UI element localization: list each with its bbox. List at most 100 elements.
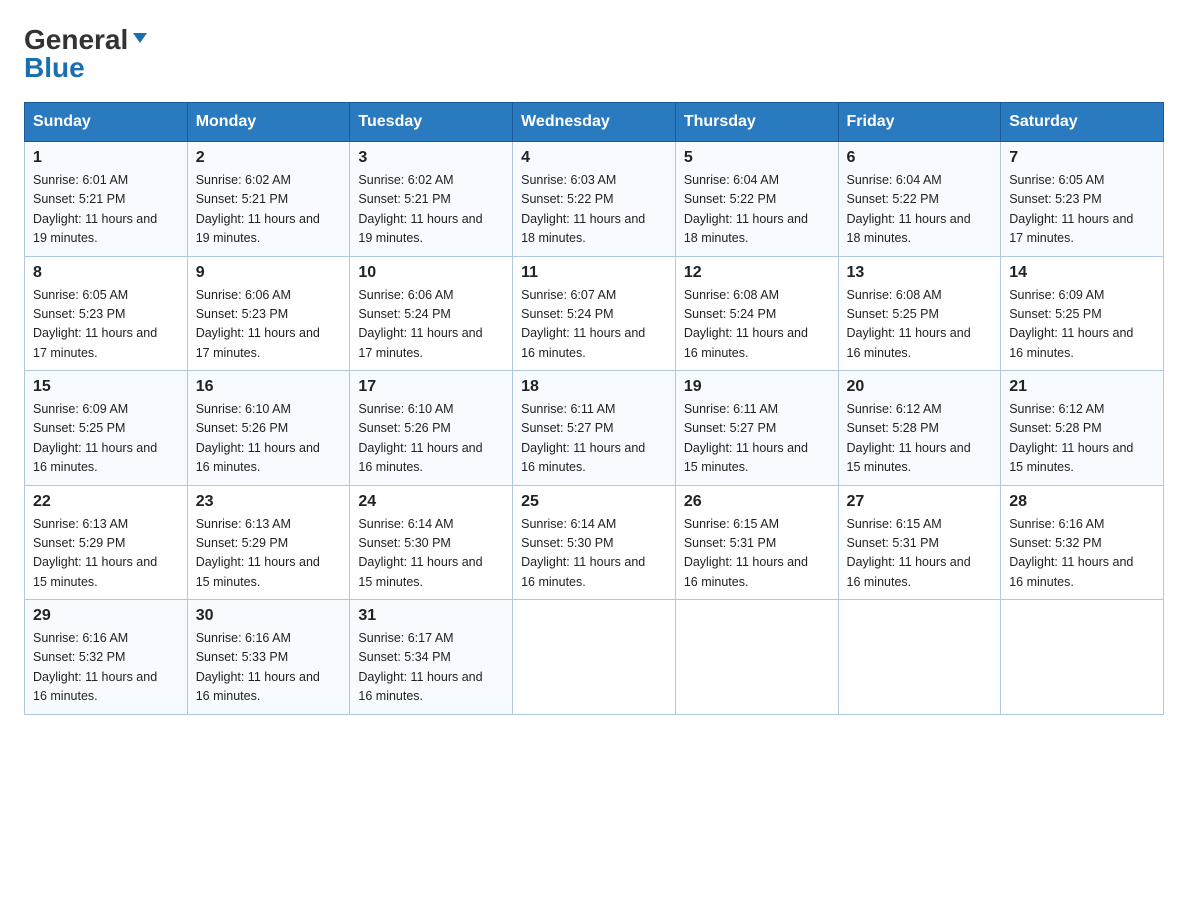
day-number: 28 [1009,493,1155,511]
day-number: 16 [196,378,342,396]
col-header-sunday: Sunday [25,103,188,142]
week-row: 1 Sunrise: 6:01 AM Sunset: 5:21 PM Dayli… [25,142,1164,257]
day-cell: 13 Sunrise: 6:08 AM Sunset: 5:25 PM Dayl… [838,256,1001,371]
day-cell: 19 Sunrise: 6:11 AM Sunset: 5:27 PM Dayl… [675,371,838,486]
day-cell: 4 Sunrise: 6:03 AM Sunset: 5:22 PM Dayli… [513,142,676,257]
day-number: 25 [521,493,667,511]
day-info: Sunrise: 6:04 AM Sunset: 5:22 PM Dayligh… [847,171,993,249]
day-cell: 29 Sunrise: 6:16 AM Sunset: 5:32 PM Dayl… [25,600,188,715]
day-number: 5 [684,149,830,167]
day-cell [838,600,1001,715]
day-cell: 20 Sunrise: 6:12 AM Sunset: 5:28 PM Dayl… [838,371,1001,486]
day-info: Sunrise: 6:11 AM Sunset: 5:27 PM Dayligh… [521,400,667,478]
day-cell: 6 Sunrise: 6:04 AM Sunset: 5:22 PM Dayli… [838,142,1001,257]
day-number: 9 [196,264,342,282]
day-number: 8 [33,264,179,282]
day-number: 7 [1009,149,1155,167]
day-cell: 1 Sunrise: 6:01 AM Sunset: 5:21 PM Dayli… [25,142,188,257]
day-info: Sunrise: 6:12 AM Sunset: 5:28 PM Dayligh… [1009,400,1155,478]
logo-blue-text: Blue [24,52,85,84]
day-cell: 31 Sunrise: 6:17 AM Sunset: 5:34 PM Dayl… [350,600,513,715]
day-cell: 2 Sunrise: 6:02 AM Sunset: 5:21 PM Dayli… [187,142,350,257]
day-cell [675,600,838,715]
day-info: Sunrise: 6:04 AM Sunset: 5:22 PM Dayligh… [684,171,830,249]
day-number: 11 [521,264,667,282]
day-cell: 8 Sunrise: 6:05 AM Sunset: 5:23 PM Dayli… [25,256,188,371]
day-number: 18 [521,378,667,396]
day-number: 6 [847,149,993,167]
col-header-monday: Monday [187,103,350,142]
day-info: Sunrise: 6:16 AM Sunset: 5:33 PM Dayligh… [196,629,342,707]
day-info: Sunrise: 6:10 AM Sunset: 5:26 PM Dayligh… [196,400,342,478]
col-header-saturday: Saturday [1001,103,1164,142]
day-info: Sunrise: 6:16 AM Sunset: 5:32 PM Dayligh… [1009,515,1155,593]
day-cell: 18 Sunrise: 6:11 AM Sunset: 5:27 PM Dayl… [513,371,676,486]
day-number: 20 [847,378,993,396]
day-info: Sunrise: 6:15 AM Sunset: 5:31 PM Dayligh… [684,515,830,593]
day-cell: 30 Sunrise: 6:16 AM Sunset: 5:33 PM Dayl… [187,600,350,715]
logo-arrow-icon [131,29,149,52]
day-number: 30 [196,607,342,625]
day-number: 29 [33,607,179,625]
week-row: 8 Sunrise: 6:05 AM Sunset: 5:23 PM Dayli… [25,256,1164,371]
day-info: Sunrise: 6:02 AM Sunset: 5:21 PM Dayligh… [358,171,504,249]
day-number: 24 [358,493,504,511]
day-info: Sunrise: 6:15 AM Sunset: 5:31 PM Dayligh… [847,515,993,593]
day-info: Sunrise: 6:06 AM Sunset: 5:24 PM Dayligh… [358,286,504,364]
col-header-tuesday: Tuesday [350,103,513,142]
day-number: 3 [358,149,504,167]
col-header-thursday: Thursday [675,103,838,142]
week-row: 22 Sunrise: 6:13 AM Sunset: 5:29 PM Dayl… [25,485,1164,600]
day-cell [513,600,676,715]
day-cell: 27 Sunrise: 6:15 AM Sunset: 5:31 PM Dayl… [838,485,1001,600]
day-cell: 7 Sunrise: 6:05 AM Sunset: 5:23 PM Dayli… [1001,142,1164,257]
col-header-wednesday: Wednesday [513,103,676,142]
day-cell: 10 Sunrise: 6:06 AM Sunset: 5:24 PM Dayl… [350,256,513,371]
day-info: Sunrise: 6:09 AM Sunset: 5:25 PM Dayligh… [1009,286,1155,364]
day-info: Sunrise: 6:14 AM Sunset: 5:30 PM Dayligh… [521,515,667,593]
calendar-table: SundayMondayTuesdayWednesdayThursdayFrid… [24,102,1164,715]
day-number: 4 [521,149,667,167]
day-number: 1 [33,149,179,167]
day-number: 22 [33,493,179,511]
page-header: General Blue [24,24,1164,84]
calendar-header: SundayMondayTuesdayWednesdayThursdayFrid… [25,103,1164,142]
day-info: Sunrise: 6:02 AM Sunset: 5:21 PM Dayligh… [196,171,342,249]
day-cell: 15 Sunrise: 6:09 AM Sunset: 5:25 PM Dayl… [25,371,188,486]
day-cell: 5 Sunrise: 6:04 AM Sunset: 5:22 PM Dayli… [675,142,838,257]
day-cell: 12 Sunrise: 6:08 AM Sunset: 5:24 PM Dayl… [675,256,838,371]
day-cell: 14 Sunrise: 6:09 AM Sunset: 5:25 PM Dayl… [1001,256,1164,371]
day-info: Sunrise: 6:08 AM Sunset: 5:25 PM Dayligh… [847,286,993,364]
day-cell: 24 Sunrise: 6:14 AM Sunset: 5:30 PM Dayl… [350,485,513,600]
day-cell: 16 Sunrise: 6:10 AM Sunset: 5:26 PM Dayl… [187,371,350,486]
day-cell: 23 Sunrise: 6:13 AM Sunset: 5:29 PM Dayl… [187,485,350,600]
day-cell [1001,600,1164,715]
day-info: Sunrise: 6:16 AM Sunset: 5:32 PM Dayligh… [33,629,179,707]
day-info: Sunrise: 6:07 AM Sunset: 5:24 PM Dayligh… [521,286,667,364]
day-cell: 9 Sunrise: 6:06 AM Sunset: 5:23 PM Dayli… [187,256,350,371]
day-info: Sunrise: 6:09 AM Sunset: 5:25 PM Dayligh… [33,400,179,478]
day-cell: 28 Sunrise: 6:16 AM Sunset: 5:32 PM Dayl… [1001,485,1164,600]
day-number: 27 [847,493,993,511]
day-number: 12 [684,264,830,282]
day-info: Sunrise: 6:05 AM Sunset: 5:23 PM Dayligh… [1009,171,1155,249]
day-cell: 11 Sunrise: 6:07 AM Sunset: 5:24 PM Dayl… [513,256,676,371]
day-cell: 22 Sunrise: 6:13 AM Sunset: 5:29 PM Dayl… [25,485,188,600]
day-cell: 21 Sunrise: 6:12 AM Sunset: 5:28 PM Dayl… [1001,371,1164,486]
day-cell: 25 Sunrise: 6:14 AM Sunset: 5:30 PM Dayl… [513,485,676,600]
week-row: 29 Sunrise: 6:16 AM Sunset: 5:32 PM Dayl… [25,600,1164,715]
day-cell: 26 Sunrise: 6:15 AM Sunset: 5:31 PM Dayl… [675,485,838,600]
week-row: 15 Sunrise: 6:09 AM Sunset: 5:25 PM Dayl… [25,371,1164,486]
day-info: Sunrise: 6:11 AM Sunset: 5:27 PM Dayligh… [684,400,830,478]
day-info: Sunrise: 6:13 AM Sunset: 5:29 PM Dayligh… [196,515,342,593]
day-info: Sunrise: 6:05 AM Sunset: 5:23 PM Dayligh… [33,286,179,364]
day-number: 2 [196,149,342,167]
day-number: 26 [684,493,830,511]
day-number: 17 [358,378,504,396]
day-info: Sunrise: 6:14 AM Sunset: 5:30 PM Dayligh… [358,515,504,593]
day-number: 10 [358,264,504,282]
day-info: Sunrise: 6:01 AM Sunset: 5:21 PM Dayligh… [33,171,179,249]
day-info: Sunrise: 6:08 AM Sunset: 5:24 PM Dayligh… [684,286,830,364]
day-number: 14 [1009,264,1155,282]
day-info: Sunrise: 6:06 AM Sunset: 5:23 PM Dayligh… [196,286,342,364]
